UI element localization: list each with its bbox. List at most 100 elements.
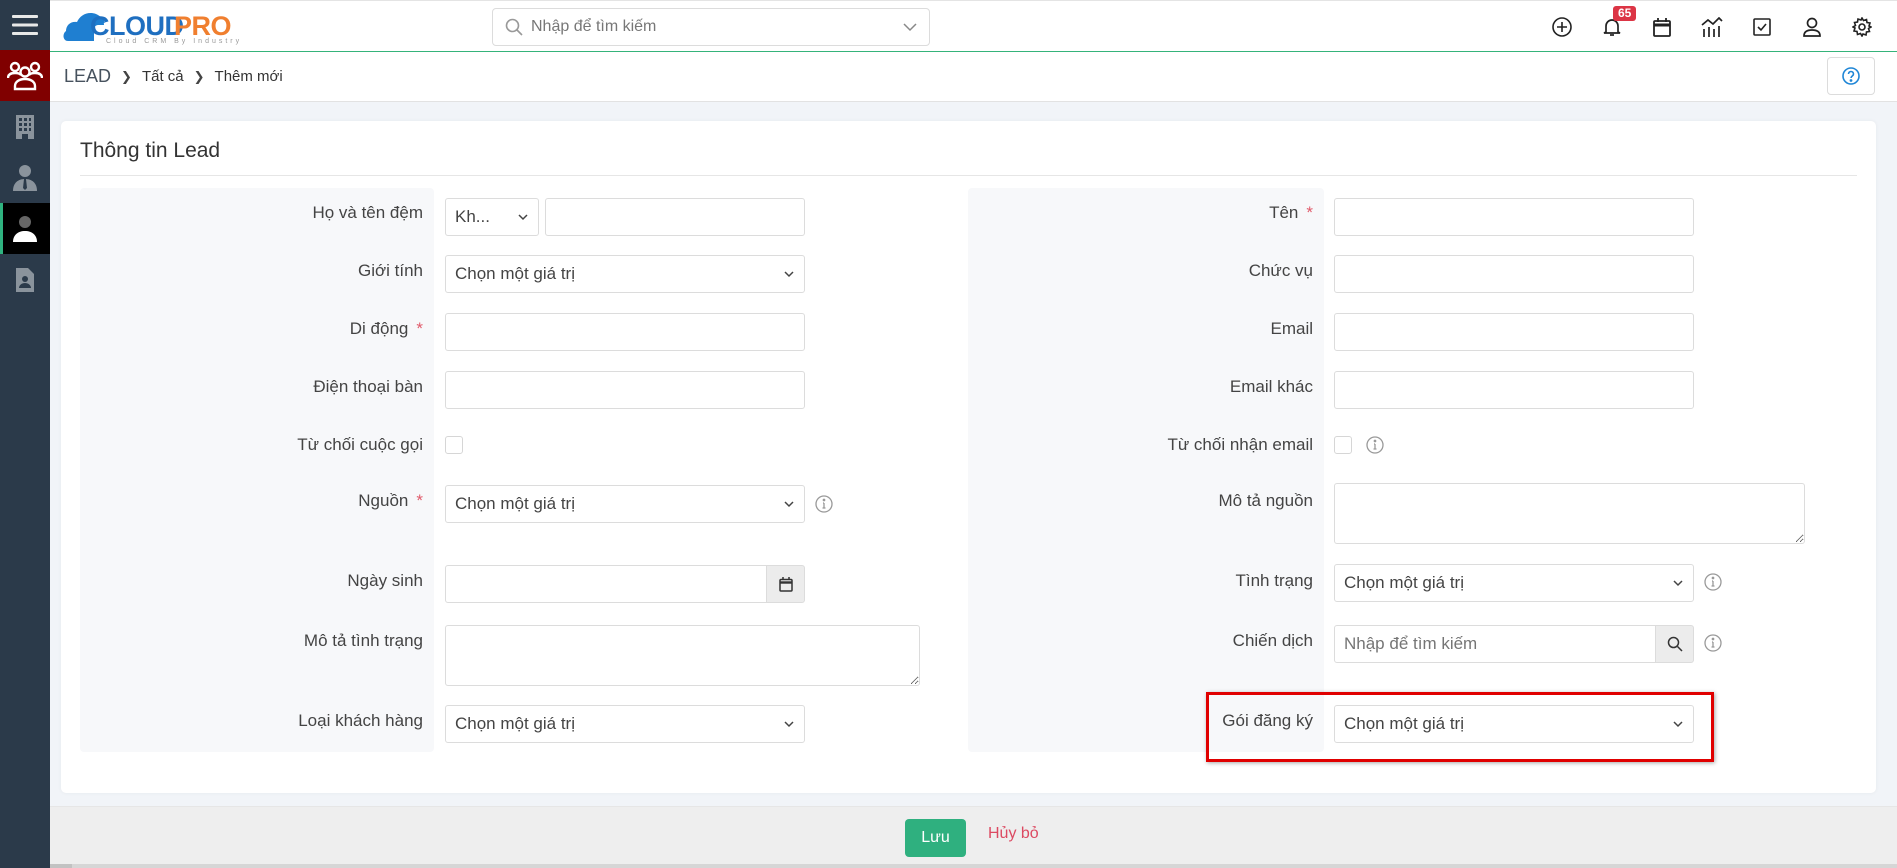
chevron-down-icon	[784, 501, 794, 508]
help-icon	[1842, 67, 1860, 85]
sidebar-item-organizations[interactable]	[0, 101, 50, 152]
breadcrumb-root[interactable]: LEAD	[64, 66, 111, 87]
gender-select[interactable]: Chọn một giá trị	[445, 255, 805, 293]
email-label: Email	[1270, 319, 1313, 338]
mobile-label: Di động *	[349, 319, 423, 338]
status-desc-textarea[interactable]	[445, 625, 920, 686]
building-icon	[16, 114, 34, 139]
full-name-label: Họ và tên đệm	[312, 203, 423, 222]
email-other-input[interactable]	[1334, 371, 1694, 409]
sidebar-item-contacts[interactable]	[0, 152, 50, 203]
card-divider	[80, 175, 1857, 176]
menu-toggle-button[interactable]	[0, 0, 50, 50]
status-label: Tình trạng	[1235, 571, 1314, 590]
lead-info-card: Thông tin Lead Họ và tên đệm Kh... Giới …	[61, 121, 1876, 793]
breadcrumb-item-all[interactable]: Tất cả	[142, 68, 184, 85]
salutation-value: Kh...	[455, 207, 490, 226]
customer-type-value: Chọn một giá trị	[455, 714, 575, 733]
campaign-search-button[interactable]	[1655, 625, 1694, 663]
quick-create-button[interactable]	[1537, 1, 1587, 53]
form-footer: Lưu Hủy bỏ	[50, 806, 1897, 864]
middle-name-input[interactable]	[545, 198, 805, 236]
birthday-label: Ngày sinh	[347, 571, 423, 590]
header-icons: 65	[1537, 1, 1887, 53]
birthday-picker-button[interactable]	[766, 565, 805, 603]
reject-call-label: Từ chối cuộc gọi	[297, 435, 423, 454]
global-search[interactable]	[492, 8, 930, 46]
status-value: Chọn một giá trị	[1344, 573, 1464, 592]
cloudpro-logo[interactable]: CLOUD PRO Cloud CRM By Industry	[62, 3, 252, 49]
profile-button[interactable]	[1787, 1, 1837, 53]
birthday-input[interactable]	[445, 565, 767, 603]
chevron-down-icon	[784, 721, 794, 728]
notifications-button[interactable]: 65	[1587, 1, 1637, 53]
chevron-down-icon	[518, 214, 528, 221]
cancel-button[interactable]: Hủy bỏ	[988, 825, 1039, 843]
reject-email-checkbox[interactable]	[1334, 436, 1352, 454]
package-label: Gói đăng ký	[1222, 711, 1313, 730]
status-select[interactable]: Chọn một giá trị	[1334, 564, 1694, 602]
chevron-down-icon	[1673, 721, 1683, 728]
email-input[interactable]	[1334, 313, 1694, 351]
sidebar-item-leads-active[interactable]	[0, 203, 50, 254]
package-value: Chọn một giá trị	[1344, 714, 1464, 733]
customer-type-label: Loại khách hàng	[298, 711, 423, 730]
first-name-input[interactable]	[1334, 198, 1694, 236]
phone-input[interactable]	[445, 371, 805, 409]
person-icon	[13, 215, 37, 242]
required-mark: *	[416, 319, 423, 338]
info-icon[interactable]	[1704, 634, 1722, 652]
job-title-input[interactable]	[1334, 255, 1694, 293]
hamburger-icon	[12, 15, 38, 35]
source-label: Nguồn *	[358, 491, 423, 510]
breadcrumb-item-new: Thêm mới	[214, 68, 283, 85]
gender-label: Giới tính	[357, 261, 423, 280]
source-desc-label: Mô tả nguồn	[1218, 491, 1313, 510]
breadcrumb: LEAD ❯ Tất cả ❯ Thêm mới	[50, 52, 1897, 102]
job-title-label: Chức vụ	[1248, 261, 1313, 280]
required-mark: *	[416, 491, 423, 510]
required-mark: *	[1306, 203, 1313, 222]
top-header: CLOUD PRO Cloud CRM By Industry 65	[50, 0, 1897, 52]
save-button[interactable]: Lưu	[905, 819, 966, 857]
source-value: Chọn một giá trị	[455, 494, 575, 513]
info-icon[interactable]	[1366, 436, 1384, 454]
sidebar-item-contact-card[interactable]	[0, 254, 50, 305]
first-name-label: Tên *	[1269, 203, 1313, 222]
help-button[interactable]	[1827, 57, 1875, 95]
reports-button[interactable]	[1687, 1, 1737, 53]
chart-icon	[1701, 17, 1723, 37]
chevron-right-icon: ❯	[121, 68, 132, 84]
chevron-down-icon[interactable]	[903, 22, 917, 32]
phone-label: Điện thoại bàn	[313, 377, 423, 396]
source-desc-textarea[interactable]	[1334, 483, 1805, 544]
horizontal-scrollbar[interactable]	[0, 864, 1897, 868]
settings-button[interactable]	[1837, 1, 1887, 53]
info-icon[interactable]	[815, 495, 833, 513]
package-select[interactable]: Chọn một giá trị	[1334, 705, 1694, 743]
salutation-select[interactable]: Kh...	[445, 198, 539, 236]
gear-icon	[1852, 17, 1872, 37]
reject-call-checkbox[interactable]	[445, 436, 463, 454]
chevron-right-icon: ❯	[193, 68, 205, 84]
mobile-input[interactable]	[445, 313, 805, 351]
sidebar	[0, 0, 50, 868]
global-search-input[interactable]	[531, 18, 903, 36]
contact-card-icon	[16, 267, 34, 292]
calendar-button[interactable]	[1637, 1, 1687, 53]
checkbox-icon	[1753, 18, 1771, 36]
card-title: Thông tin Lead	[80, 139, 221, 162]
tasks-button[interactable]	[1737, 1, 1787, 53]
people-group-icon	[7, 61, 43, 90]
customer-type-select[interactable]: Chọn một giá trị	[445, 705, 805, 743]
info-icon[interactable]	[1704, 573, 1722, 591]
sidebar-item-leads[interactable]	[0, 50, 50, 101]
calendar-icon	[1653, 17, 1671, 37]
gender-value: Chọn một giá trị	[455, 264, 575, 283]
calendar-icon	[778, 576, 793, 592]
campaign-label: Chiến dịch	[1232, 631, 1313, 650]
chevron-down-icon	[1673, 580, 1683, 587]
campaign-search-input[interactable]	[1334, 625, 1656, 663]
user-icon	[1803, 17, 1821, 37]
source-select[interactable]: Chọn một giá trị	[445, 485, 805, 523]
